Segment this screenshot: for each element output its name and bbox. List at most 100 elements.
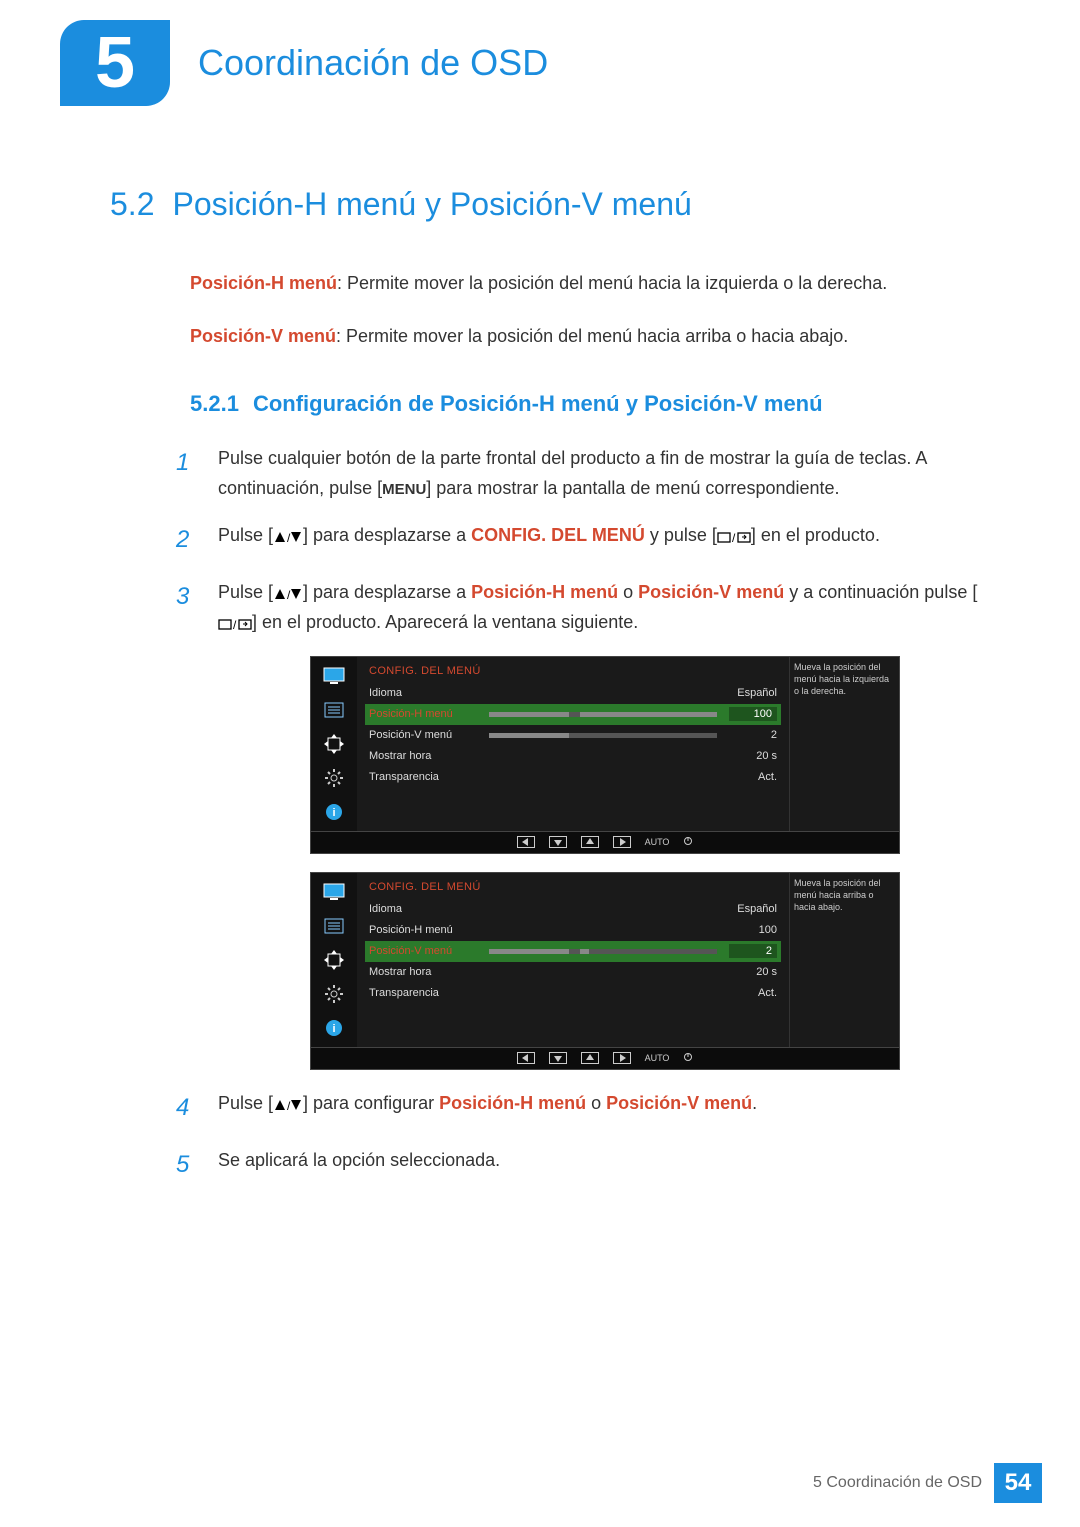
- step-4: 4 Pulse [/] para configurar Posición-H m…: [176, 1088, 1000, 1129]
- monitor-icon: [319, 879, 349, 905]
- osd-nav-footer: AUTO: [310, 1048, 900, 1070]
- svg-text:/: /: [287, 1099, 291, 1112]
- info-icon: i: [319, 799, 349, 825]
- chapter-number-badge: 5: [60, 20, 170, 106]
- gear-icon: [319, 981, 349, 1007]
- osd-row-idioma: Idioma Español: [365, 899, 781, 920]
- nav-down-icon: [549, 1052, 567, 1064]
- power-icon: [683, 1052, 693, 1064]
- nav-auto-label: AUTO: [645, 837, 670, 847]
- gear-icon: [319, 765, 349, 791]
- list-icon: [319, 913, 349, 939]
- move-icon: [319, 731, 349, 757]
- osd-value: 100: [729, 924, 777, 936]
- nav-right-icon: [613, 836, 631, 848]
- step-2: 2 Pulse [/] para desplazarse a CONFIG. D…: [176, 520, 1000, 561]
- osd-row-pos-v: Posición-V menú 2: [365, 941, 781, 962]
- osd-slider: [489, 712, 717, 717]
- up-down-icon: /: [273, 1098, 303, 1112]
- description-h: Posición-H menú: Permite mover la posici…: [190, 269, 1000, 298]
- desc-v-label: Posición-V menú: [190, 326, 336, 346]
- nav-right-icon: [613, 1052, 631, 1064]
- monitor-icon: [319, 663, 349, 689]
- list-icon: [319, 697, 349, 723]
- step3-text-d: ] en el producto. Aparecerá la ventana s…: [252, 612, 638, 632]
- step-number: 2: [176, 520, 198, 561]
- section-heading: 5.2 Posición-H menú y Posición-V menú: [110, 186, 1000, 223]
- osd-title: CONFIG. DEL MENÚ: [365, 663, 781, 683]
- description-v: Posición-V menú: Permite mover la posici…: [190, 322, 1000, 351]
- svg-text:/: /: [233, 618, 237, 631]
- osd-value: 20 s: [729, 750, 777, 762]
- osd-label: Posición-H menú: [369, 924, 489, 936]
- step-list: 1 Pulse cualquier botón de la parte fron…: [176, 443, 1000, 638]
- osd-value: Español: [729, 687, 777, 699]
- menu-button-label: MENU: [382, 481, 426, 498]
- osd-label: Mostrar hora: [369, 750, 489, 762]
- move-icon: [319, 947, 349, 973]
- footer-chapter-text: 5 Coordinación de OSD: [813, 1474, 982, 1492]
- osd-row-pos-h: Posición-H menú 100: [365, 704, 781, 725]
- osd-value: 100: [729, 707, 777, 721]
- source-icon: /: [717, 530, 751, 544]
- step2-target: CONFIG. DEL MENÚ: [471, 525, 645, 545]
- step-number: 3: [176, 577, 198, 638]
- osd-hint-v: Mueva la posición del menú hacia arriba …: [789, 873, 899, 1047]
- subsection-title: Configuración de Posición-H menú y Posic…: [253, 391, 823, 417]
- section-number: 5.2: [110, 186, 154, 223]
- svg-text:/: /: [287, 588, 291, 601]
- step3-text-a: Pulse [: [218, 582, 273, 602]
- osd-row-transp: Transparencia Act.: [365, 983, 781, 1004]
- osd-nav-footer: AUTO: [310, 832, 900, 854]
- nav-left-icon: [517, 836, 535, 848]
- osd-row-idioma: Idioma Español: [365, 683, 781, 704]
- step-number: 1: [176, 443, 198, 504]
- svg-text:/: /: [732, 531, 736, 544]
- step-list-continued: 4 Pulse [/] para configurar Posición-H m…: [176, 1088, 1000, 1186]
- osd-sidebar: i: [311, 873, 357, 1047]
- step4-target2: Posición-V menú: [606, 1093, 752, 1113]
- step5-text: Se aplicará la opción seleccionada.: [218, 1145, 1000, 1186]
- step2-text-d: ] en el producto.: [751, 525, 880, 545]
- osd-screenshot-h: i CONFIG. DEL MENÚ Idioma Español Posici…: [310, 656, 900, 854]
- chapter-title: Coordinación de OSD: [198, 42, 548, 84]
- step4-target1: Posición-H menú: [439, 1093, 586, 1113]
- osd-value: 2: [729, 729, 777, 741]
- osd-label: Transparencia: [369, 771, 489, 783]
- step-3: 3 Pulse [/] para desplazarse a Posición-…: [176, 577, 1000, 638]
- step2-text-b: ] para desplazarse a: [303, 525, 471, 545]
- step3-or: o: [618, 582, 638, 602]
- osd-row-pos-h: Posición-H menú 100: [365, 920, 781, 941]
- osd-label: Posición-V menú: [369, 945, 489, 957]
- osd-value: Act.: [729, 987, 777, 999]
- step4-text-b: ] para configurar: [303, 1093, 439, 1113]
- step4-or: o: [586, 1093, 606, 1113]
- osd-row-pos-v: Posición-V menú 2: [365, 725, 781, 746]
- svg-text:i: i: [332, 807, 335, 819]
- step3-target2: Posición-V menú: [638, 582, 784, 602]
- osd-slider: [489, 949, 717, 954]
- step3-target1: Posición-H menú: [471, 582, 618, 602]
- osd-slider: [489, 733, 717, 738]
- osd-label: Mostrar hora: [369, 966, 489, 978]
- source-icon: /: [218, 617, 252, 631]
- up-down-icon: /: [273, 530, 303, 544]
- step-1: 1 Pulse cualquier botón de la parte fron…: [176, 443, 1000, 504]
- step2-text-c: y pulse [: [645, 525, 717, 545]
- desc-v-text: : Permite mover la posición del menú hac…: [336, 326, 848, 346]
- nav-up-icon: [581, 836, 599, 848]
- step-number: 5: [176, 1145, 198, 1186]
- osd-label: Transparencia: [369, 987, 489, 999]
- svg-text:/: /: [287, 531, 291, 544]
- subsection-heading: 5.2.1 Configuración de Posición-H menú y…: [190, 391, 1000, 417]
- osd-screenshot-v: i CONFIG. DEL MENÚ Idioma Español Posici…: [310, 872, 900, 1070]
- chapter-header: 5 Coordinación de OSD: [0, 0, 1080, 106]
- osd-label: Idioma: [369, 903, 489, 915]
- step-5: 5 Se aplicará la opción seleccionada.: [176, 1145, 1000, 1186]
- power-icon: [683, 836, 693, 848]
- osd-value: 20 s: [729, 966, 777, 978]
- step3-text-c: y a continuación pulse [: [784, 582, 977, 602]
- osd-label: Idioma: [369, 687, 489, 699]
- nav-left-icon: [517, 1052, 535, 1064]
- osd-row-mostrar: Mostrar hora 20 s: [365, 962, 781, 983]
